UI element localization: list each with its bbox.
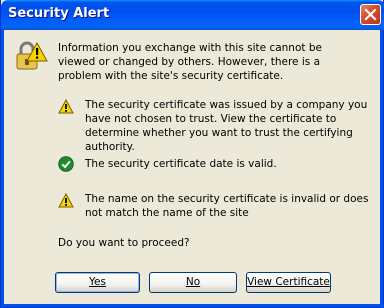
- warning-icon: [58, 193, 74, 208]
- warning-icon: [58, 99, 74, 114]
- no-button-label: No: [185, 276, 201, 288]
- window-frame-left: [1, 30, 4, 308]
- list-item: The security certificate was issued by a…: [85, 99, 368, 153]
- window-title: Security Alert: [8, 6, 110, 21]
- view-certificate-button[interactable]: View Certificate: [246, 272, 331, 293]
- intro-text: Information you exchange with this site …: [58, 42, 322, 82]
- padlock-warning-icon: [16, 41, 48, 70]
- close-button[interactable]: [360, 4, 381, 25]
- title-bar[interactable]: Security Alert: [1, 0, 384, 30]
- check-icon: [58, 156, 74, 172]
- window-frame-right: [380, 30, 383, 308]
- view-certificate-button-label: View Certificate: [247, 276, 330, 288]
- list-item: The security certificate date is valid.: [85, 158, 277, 170]
- close-icon: [364, 8, 377, 21]
- no-button[interactable]: No: [149, 272, 237, 293]
- yes-button-label: Yes: [89, 276, 106, 288]
- yes-button[interactable]: Yes: [55, 272, 140, 293]
- window-frame-bottom: [1, 304, 384, 307]
- security-alert-dialog: Security Alert Information you exchange …: [0, 0, 384, 308]
- question-text: Do you want to proceed?: [58, 237, 190, 249]
- list-item: The name on the security certificate is …: [85, 193, 369, 219]
